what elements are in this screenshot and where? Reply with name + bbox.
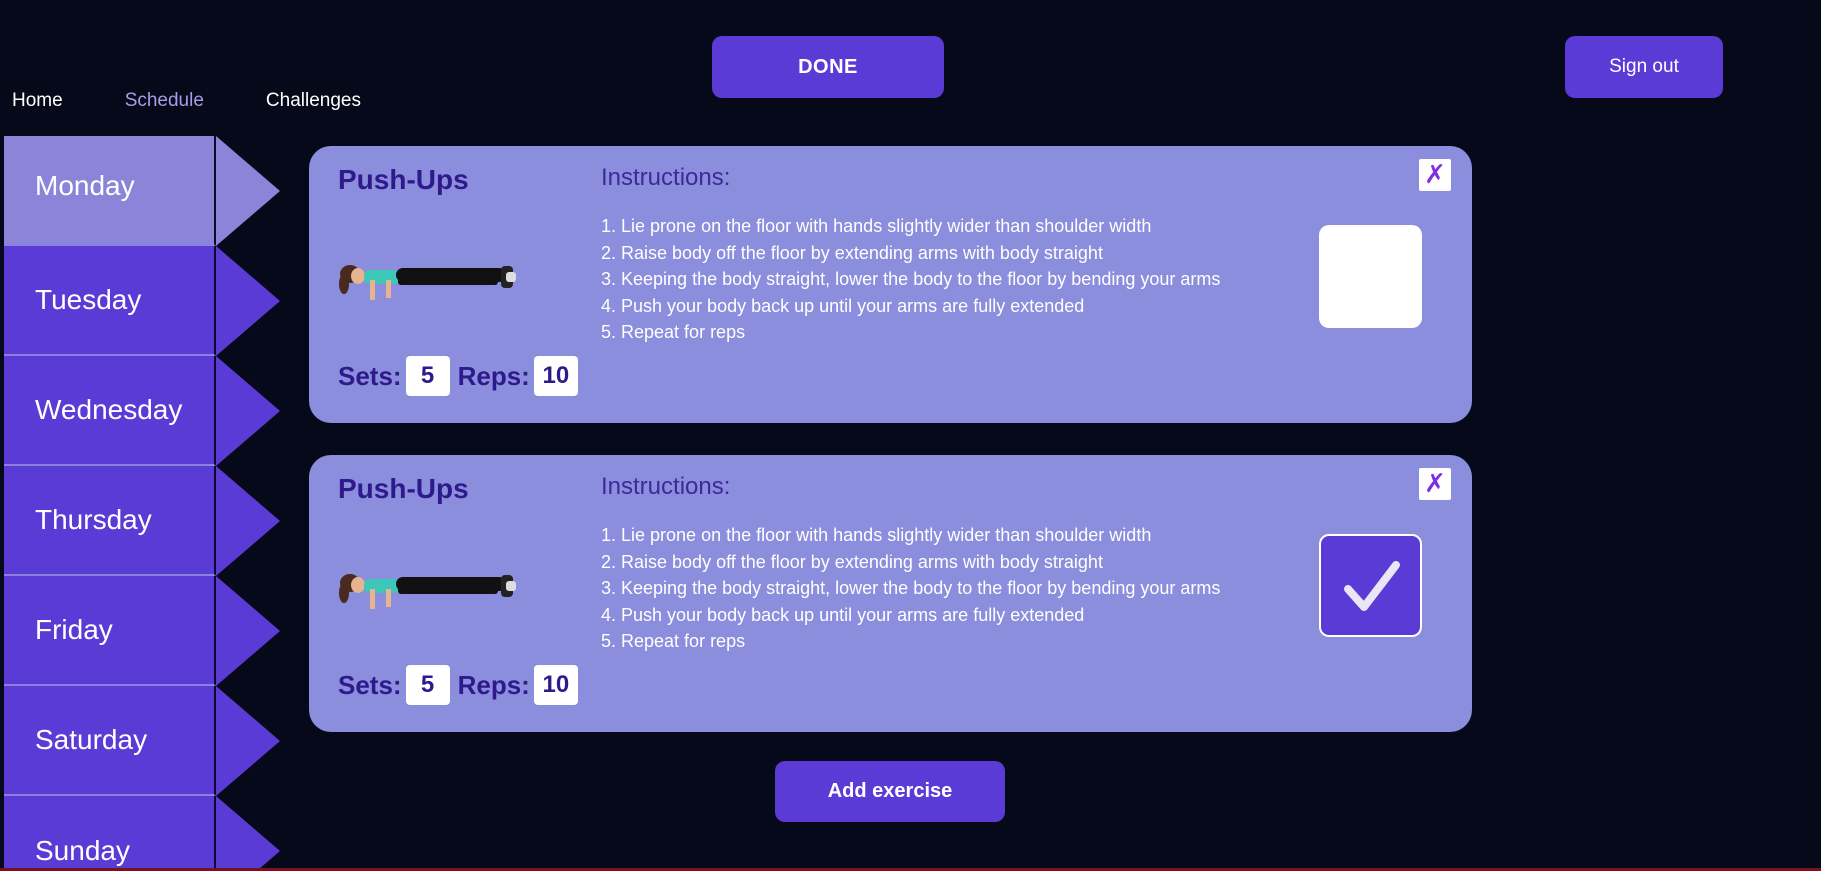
day-label: Saturday bbox=[35, 724, 148, 755]
day-label: Thursday bbox=[35, 504, 152, 535]
instruction-step: 2. Raise body off the floor by extending… bbox=[601, 551, 1103, 572]
instructions-heading: Instructions: bbox=[601, 473, 731, 500]
instruction-step: 5. Repeat for reps bbox=[601, 631, 746, 651]
day-arrow bbox=[216, 356, 280, 466]
instruction-step: 1. Lie prone on the floor with hands sli… bbox=[601, 525, 1152, 545]
instruction-step: 3. Keeping the body straight, lower the … bbox=[601, 578, 1221, 598]
day-label: Friday bbox=[35, 614, 113, 645]
day-tab-thursday[interactable]: Thursday bbox=[4, 466, 280, 576]
close-icon[interactable]: ✗ bbox=[1419, 468, 1451, 500]
instruction-step: 4. Push your body back up until your arm… bbox=[601, 295, 1085, 316]
day-label: Wednesday bbox=[35, 394, 183, 425]
sets-value[interactable]: 5 bbox=[405, 356, 450, 396]
day-sidebar: Monday Tuesday Wednesday Thursday Friday… bbox=[4, 136, 284, 871]
exercise-title: Push-Ups bbox=[338, 164, 469, 195]
complete-checkbox[interactable] bbox=[1319, 225, 1422, 328]
day-label: Tuesday bbox=[35, 284, 142, 315]
day-arrow bbox=[216, 686, 280, 796]
exercise-card: Push-Ups Instructions: 1. Lie prone on t… bbox=[309, 455, 1472, 732]
day-arrow bbox=[216, 246, 280, 356]
instruction-step: 4. Push your body back up until your arm… bbox=[601, 604, 1085, 625]
day-tab-friday[interactable]: Friday bbox=[4, 576, 280, 686]
pushup-illustration bbox=[339, 574, 516, 609]
exercise-title: Push-Ups bbox=[338, 473, 469, 504]
reps-value[interactable]: 10 bbox=[533, 356, 578, 396]
sets-label: Sets: bbox=[338, 669, 402, 700]
day-arrow bbox=[216, 136, 280, 246]
schedule-page: DONE Sign out Home Schedule Challenges M… bbox=[0, 0, 1821, 871]
sets-reps-row: Sets: 5 Reps: 10 bbox=[338, 356, 586, 396]
add-exercise-button[interactable]: Add exercise bbox=[775, 761, 1005, 822]
main-nav: Home Schedule Challenges bbox=[12, 90, 423, 112]
instruction-step: 5. Repeat for reps bbox=[601, 322, 746, 342]
pushup-illustration bbox=[339, 265, 516, 300]
sets-value[interactable]: 5 bbox=[405, 665, 450, 705]
instruction-steps: 1. Lie prone on the floor with hands sli… bbox=[601, 522, 1220, 655]
day-arrow bbox=[216, 576, 280, 686]
day-tab-tuesday[interactable]: Tuesday bbox=[4, 246, 280, 356]
day-tab-saturday[interactable]: Saturday bbox=[4, 686, 280, 796]
sets-label: Sets: bbox=[338, 360, 402, 391]
day-label: Sunday bbox=[35, 835, 130, 866]
complete-checkbox[interactable] bbox=[1319, 534, 1422, 637]
reps-label: Reps: bbox=[457, 360, 530, 391]
nav-challenges[interactable]: Challenges bbox=[266, 90, 361, 112]
instructions-heading: Instructions: bbox=[601, 164, 731, 191]
instruction-step: 2. Raise body off the floor by extending… bbox=[601, 242, 1103, 263]
instruction-steps: 1. Lie prone on the floor with hands sli… bbox=[601, 213, 1220, 346]
day-tab-monday[interactable]: Monday bbox=[4, 136, 280, 246]
day-arrow bbox=[216, 796, 280, 871]
exercise-card: Push-Ups Instructions: 1. Lie prone on t… bbox=[309, 146, 1472, 423]
day-tab-wednesday[interactable]: Wednesday bbox=[4, 356, 280, 466]
nav-schedule[interactable]: Schedule bbox=[125, 90, 204, 112]
instruction-step: 3. Keeping the body straight, lower the … bbox=[601, 269, 1221, 289]
checkmark-icon bbox=[1343, 560, 1400, 611]
reps-value[interactable]: 10 bbox=[533, 665, 578, 705]
sign-out-button[interactable]: Sign out bbox=[1565, 36, 1723, 98]
day-arrow bbox=[216, 466, 280, 576]
day-tab-sunday[interactable]: Sunday bbox=[4, 796, 280, 871]
sets-reps-row: Sets: 5 Reps: 10 bbox=[338, 665, 586, 705]
day-label: Monday bbox=[35, 170, 135, 201]
instruction-step: 1. Lie prone on the floor with hands sli… bbox=[601, 216, 1152, 236]
close-icon[interactable]: ✗ bbox=[1419, 159, 1451, 191]
nav-home[interactable]: Home bbox=[12, 90, 63, 112]
done-button[interactable]: DONE bbox=[712, 36, 944, 98]
reps-label: Reps: bbox=[457, 669, 530, 700]
